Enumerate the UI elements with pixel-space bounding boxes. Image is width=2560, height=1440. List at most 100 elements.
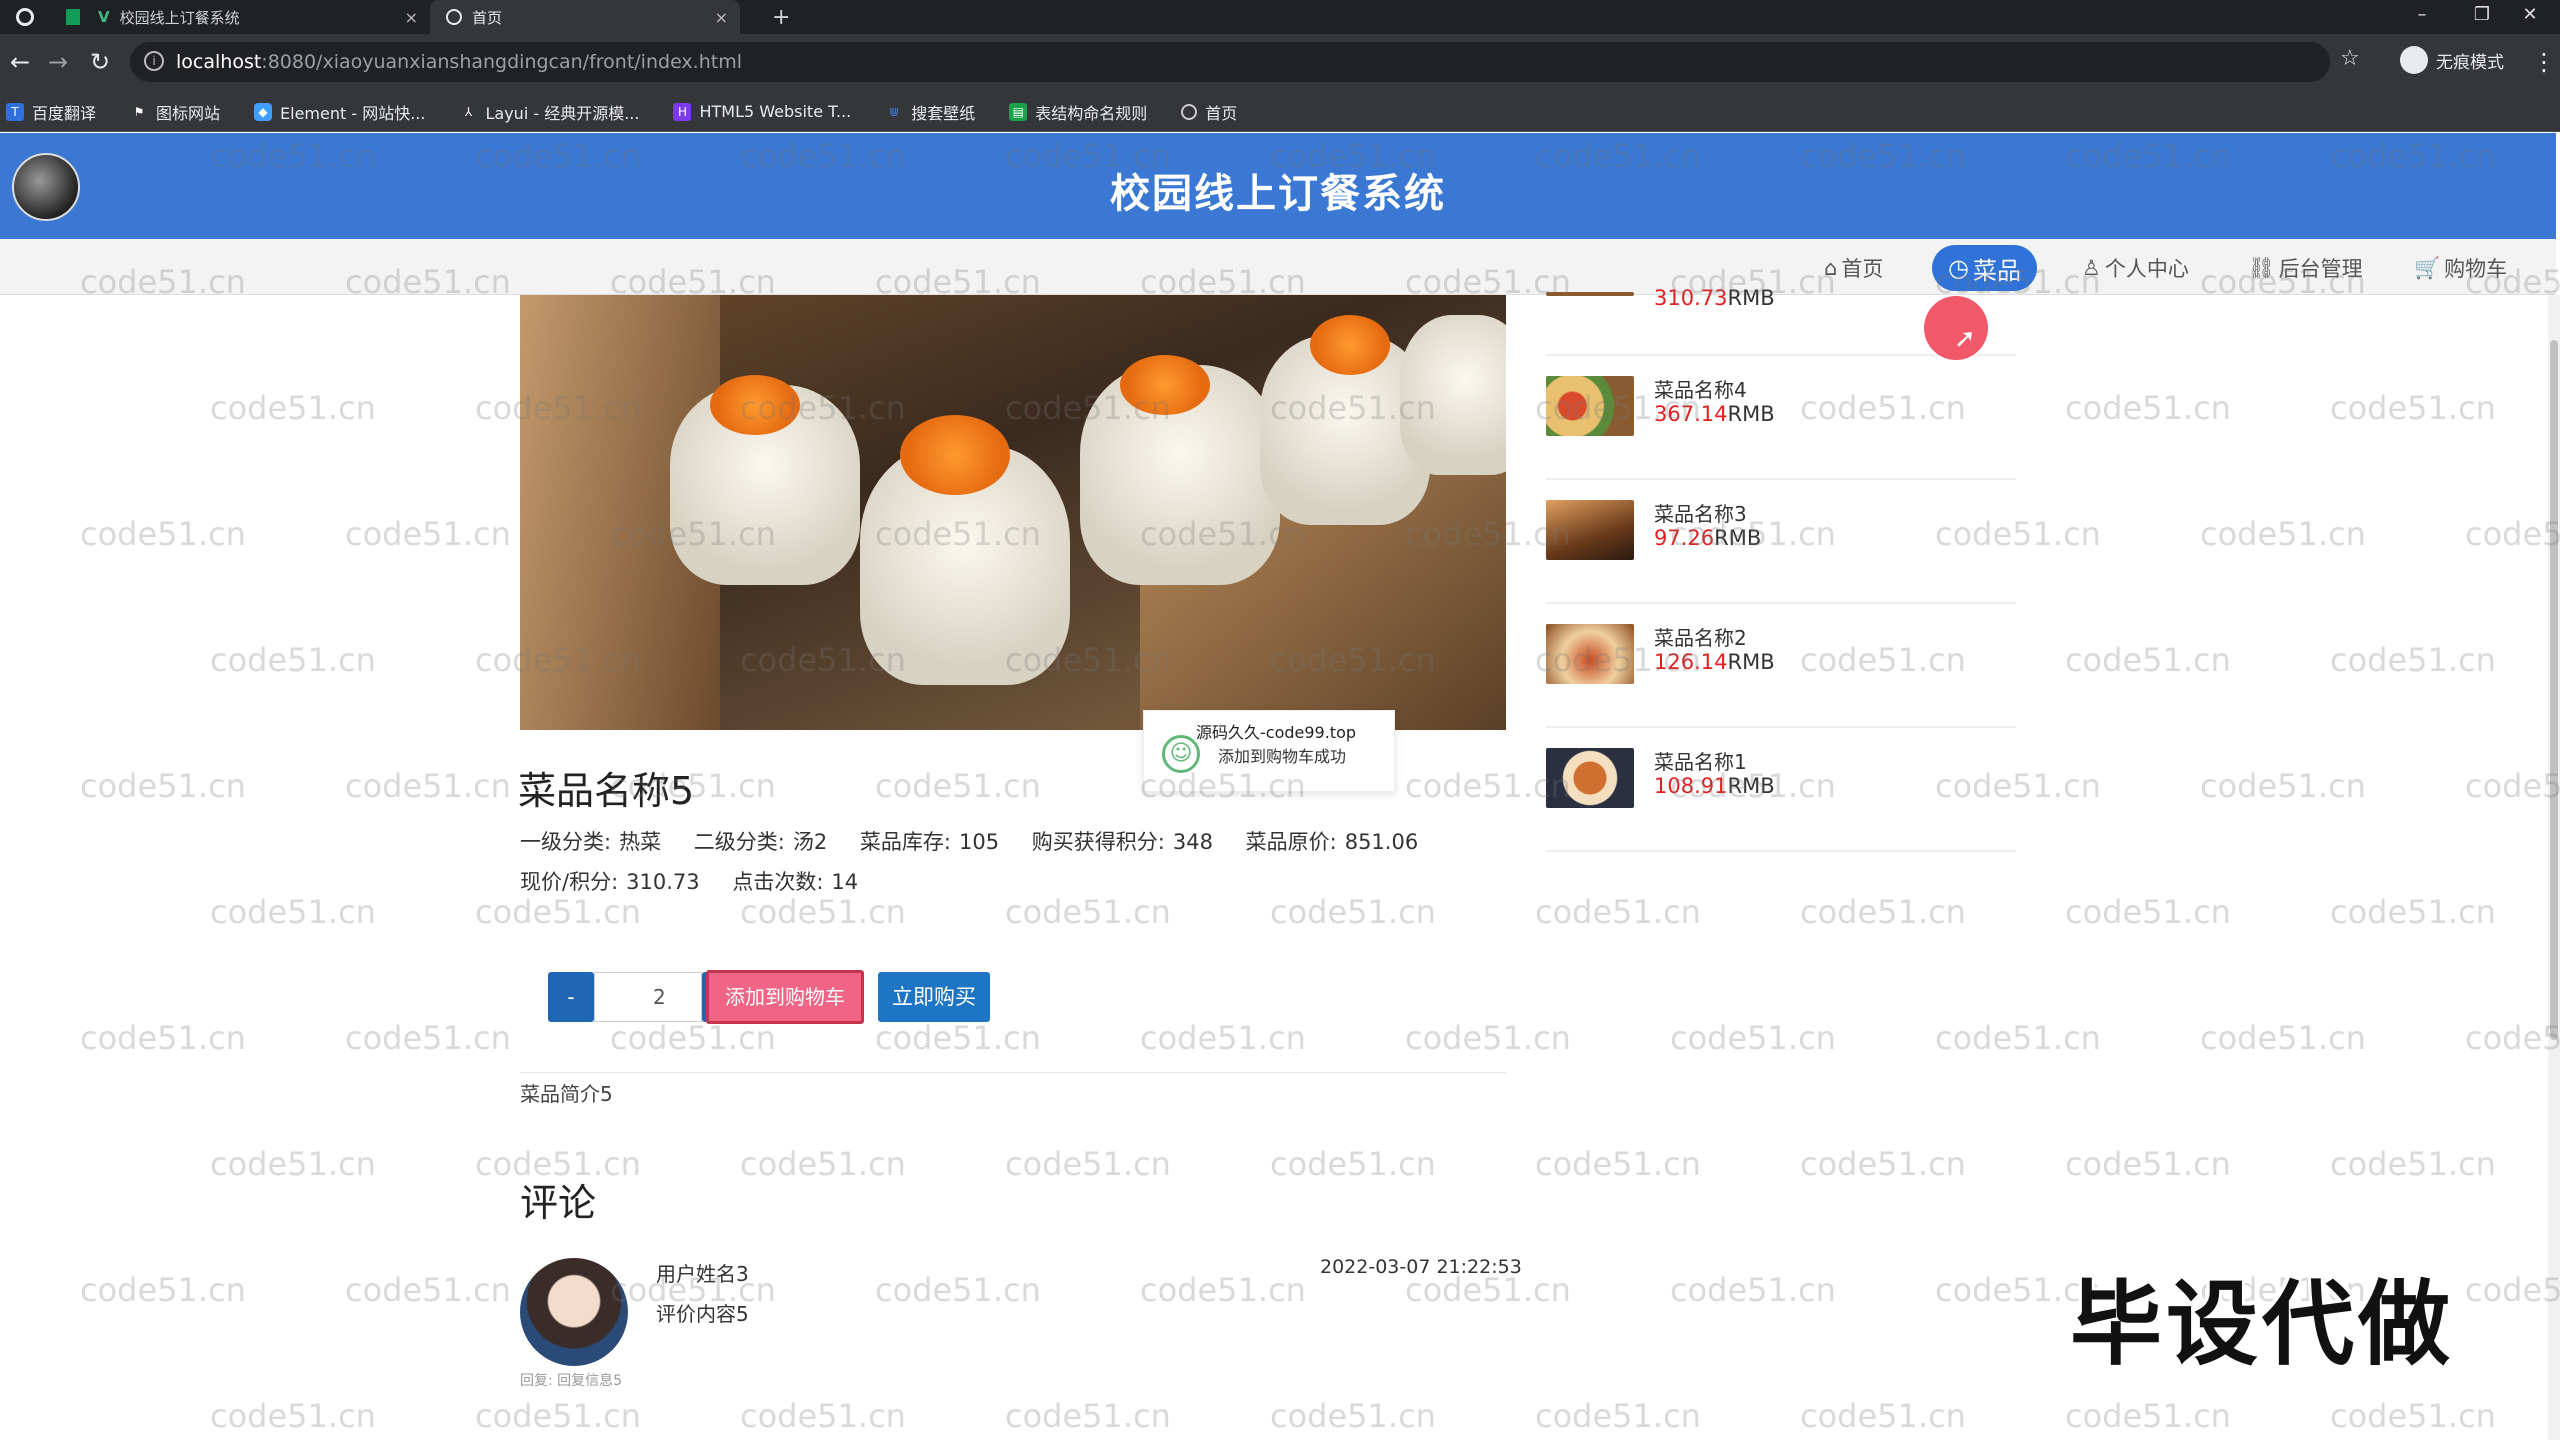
nav-label: 后台管理 (2278, 257, 2363, 281)
watermark-text: code51.cn (345, 767, 511, 805)
watermark-text: code51.cn (1005, 1145, 1171, 1183)
more-menu-icon[interactable]: ⋮ (2524, 42, 2560, 82)
link-icon: ⛓ (2248, 255, 2275, 280)
back-icon[interactable]: ← (0, 42, 40, 82)
bookmark-html5[interactable]: H HTML5 Website T... (673, 102, 851, 121)
watermark-text: code51.cn (1270, 1145, 1436, 1183)
bookmark-baidu-translate[interactable]: T 百度翻译 (6, 100, 96, 124)
meta-value: 热菜 (619, 830, 662, 854)
watermark-text: code51.cn (1140, 1019, 1306, 1057)
watermark-text: code51.cn (80, 1019, 246, 1057)
watermark-text: code51.cn (475, 1397, 641, 1435)
bookmark-table-naming[interactable]: ▤ 表结构命名规则 (1009, 100, 1147, 124)
meta-value: 348 (1172, 830, 1213, 854)
watermark-text: code51.cn (1800, 1145, 1966, 1183)
nav-profile[interactable]: ♙ 个人中心 (2082, 253, 2189, 283)
url-bar[interactable]: i localhost:8080/xiaoyuanxianshangdingca… (130, 42, 2360, 82)
watermark-text: code51.cn (475, 893, 641, 931)
bookmark-label: Element - 网站快... (280, 103, 426, 123)
watermark-text: code51.cn (2065, 1145, 2231, 1183)
list-item[interactable]: 菜品名称4 367.14RMB (1546, 356, 2016, 480)
chrome-menu-icon[interactable] (0, 0, 50, 34)
forward-icon[interactable]: → (38, 42, 78, 82)
watermark-text: code51.cn (210, 641, 376, 679)
avatar (520, 1258, 628, 1366)
price-value: 367.14 (1654, 402, 1728, 426)
watermark-text: code51.cn (610, 1019, 776, 1057)
bookmark-element[interactable]: ◆ Element - 网站快... (254, 100, 425, 124)
new-tab-button[interactable]: + (756, 0, 796, 34)
side-dish-name: 菜品名称1 (1654, 750, 1747, 774)
tab-title: 校园线上订餐系统 (119, 8, 240, 27)
vue-icon: V (98, 8, 110, 26)
quantity-input[interactable]: 2 (594, 972, 702, 1022)
bookmark-label: 搜套壁纸 (911, 103, 976, 123)
close-window-icon[interactable]: ✕ (2500, 0, 2560, 28)
table-icon: ▤ (1009, 102, 1028, 121)
bookmark-wallpaper[interactable]: ⋓ 搜套壁纸 (885, 100, 975, 124)
bookmark-home[interactable]: 首页 (1181, 100, 1237, 124)
dish-intro: 菜品简介5 (520, 1082, 613, 1106)
incognito-icon (2400, 46, 2428, 74)
dish-thumbnail (1546, 500, 1634, 560)
address-bar-row: ← → ↻ i localhost:8080/xiaoyuanxianshang… (0, 34, 2560, 92)
tab-close-icon[interactable]: × (715, 8, 728, 27)
buy-now-button[interactable]: 立即购买 (878, 972, 990, 1022)
decrease-button[interactable]: - (548, 972, 594, 1022)
watermark-text: code51.cn (2065, 389, 2231, 427)
watermark-text: code51.cn (1535, 1397, 1701, 1435)
watermark-text: code51.cn (1270, 1397, 1436, 1435)
comment-content: 评价内容5 (656, 1302, 749, 1326)
list-item[interactable]: 菜品名称2 126.14RMB (1546, 604, 2016, 728)
reload-icon[interactable]: ↻ (80, 42, 120, 82)
tab-2[interactable]: 首页 × (430, 0, 740, 34)
element-icon: ◆ (254, 102, 273, 121)
site-title: 校园线上订餐系统 (1110, 171, 1446, 217)
product-image (520, 295, 1506, 730)
info-icon[interactable]: i (144, 51, 164, 71)
toast-message: 添加到购物车成功 (1218, 747, 1347, 766)
watermark-text: code51.cn (1935, 1019, 2101, 1057)
price-value: 310.73 (1654, 286, 1728, 310)
smile-icon: ☺ (1162, 735, 1200, 773)
watermark-text: code51.cn (875, 1271, 1041, 1309)
watermark-text: code51.cn (2465, 767, 2560, 805)
dish-thumbnail (1546, 376, 1634, 436)
bookmark-icon-site[interactable]: ⚑ 图标网站 (130, 100, 220, 124)
add-to-cart-button[interactable]: 添加到购物车 (706, 970, 864, 1024)
watermark-text: code51.cn (2065, 893, 2231, 931)
dish-thumbnail (1546, 748, 1634, 808)
watermark-text: code51.cn (1405, 1019, 1571, 1057)
list-item[interactable]: 菜品名称1 108.91RMB (1546, 728, 2016, 852)
watermark-text: code51.cn (2065, 1397, 2231, 1435)
watermark-text: code51.cn (1670, 1271, 1836, 1309)
flag-icon: ⚑ (133, 104, 145, 119)
list-item[interactable]: 菜品名称3 97.26RMB (1546, 480, 2016, 604)
tab-close-icon[interactable]: × (405, 8, 418, 27)
bookmark-layui[interactable]: ⅄ Layui - 经典开源模... (459, 100, 640, 124)
watermark-text: code51.cn (345, 1271, 511, 1309)
nav-cart[interactable]: 🛒 购物车 (2414, 253, 2507, 283)
tab-1[interactable]: V 校园线上订餐系统 × (50, 0, 430, 34)
nav-label: 个人中心 (2104, 257, 2189, 281)
layui-icon: ⅄ (464, 104, 473, 119)
watermark-text: code51.cn (1800, 1397, 1966, 1435)
nav-admin[interactable]: ⛓ 后台管理 (2248, 253, 2363, 283)
price-unit: RMB (1727, 650, 1775, 674)
comment-user: 用户姓名3 (656, 1262, 749, 1286)
watermark-text: code51.cn (210, 1145, 376, 1183)
watermark-text: code51.cn (2465, 1019, 2560, 1057)
incognito-indicator[interactable]: 无痕模式 (2400, 46, 2504, 74)
cursor-icon: ➚ (1954, 324, 1976, 354)
wallpaper-icon: ⋓ (889, 104, 900, 119)
star-icon[interactable]: ☆ (2340, 46, 2360, 71)
scrollbar-thumb[interactable] (2550, 340, 2558, 1040)
watermark-text: code51.cn (2465, 515, 2560, 553)
meta-label: 购买获得积分: (1031, 830, 1165, 854)
translate-icon: T (6, 102, 24, 121)
minimize-icon[interactable]: – (2392, 0, 2452, 28)
meta-label: 菜品原价: (1245, 830, 1337, 854)
globe-icon (446, 9, 462, 25)
watermark-text: code51.cn (2200, 515, 2366, 553)
meta-label: 菜品库存: (859, 830, 951, 854)
